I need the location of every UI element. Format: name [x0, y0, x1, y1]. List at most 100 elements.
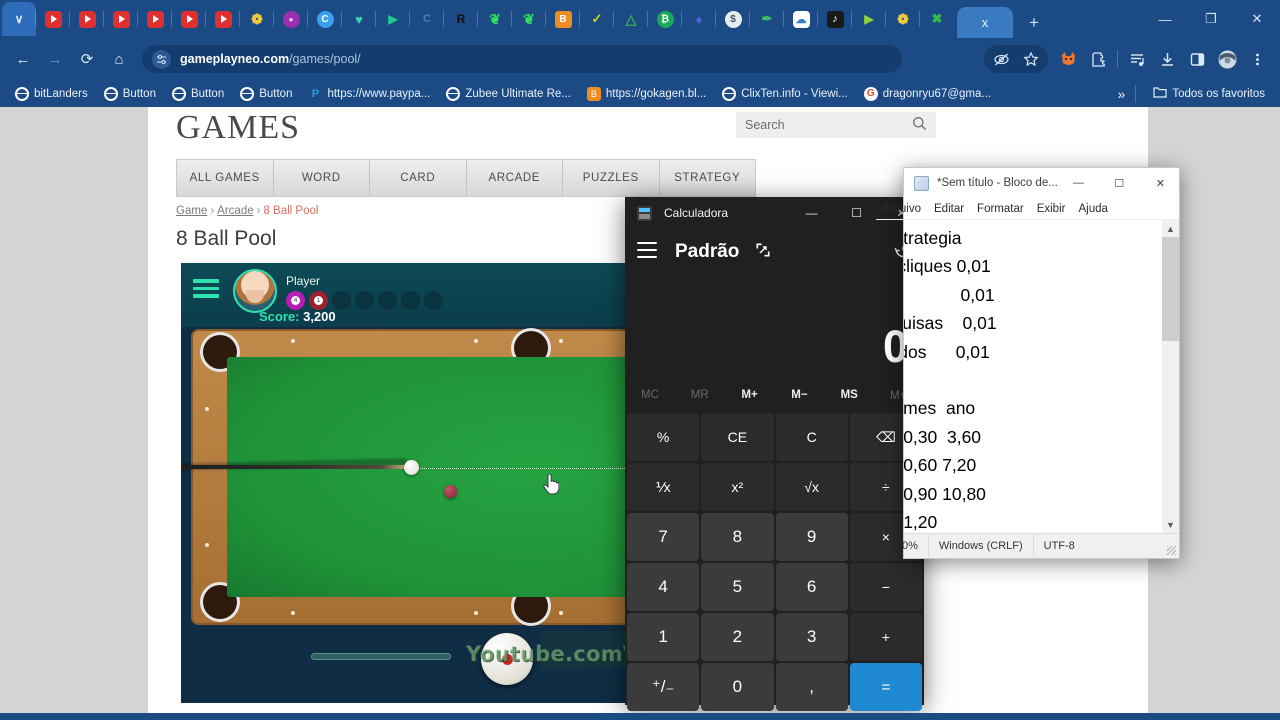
dollar-tab[interactable]: $ [716, 2, 750, 36]
fox-extension-icon[interactable] [1053, 44, 1083, 74]
heart-tab[interactable]: ♥ [342, 2, 376, 36]
calc-key-6[interactable]: 6 [775, 563, 848, 611]
xmark-tab[interactable]: ✖ [920, 2, 954, 36]
youtube-tab[interactable] [206, 2, 240, 36]
calculator-minimize-button[interactable]: — [789, 197, 834, 229]
calc-key-=[interactable]: = [849, 663, 922, 711]
cloud-tab[interactable]: ☁ [784, 2, 818, 36]
triangle-tab[interactable]: △ [614, 2, 648, 36]
notepad-scrollbar[interactable]: ▲ ▼ [1162, 220, 1179, 533]
tiktok-tab[interactable]: ♪ [818, 2, 852, 36]
play-tab[interactable]: ▶ [376, 2, 410, 36]
memory-button-mr[interactable]: MR [675, 389, 725, 401]
memory-button-mc[interactable]: MC [625, 389, 675, 401]
nav-tab-all-games[interactable]: ALL GAMES [177, 160, 274, 196]
site-search-box[interactable]: Search [736, 112, 936, 138]
power-slider[interactable] [311, 653, 451, 660]
reading-list-icon[interactable] [1122, 44, 1152, 74]
flower-tab[interactable]: ❁ [240, 2, 274, 36]
minimize-window-button[interactable]: — [1142, 0, 1188, 38]
extensions-icon[interactable] [1083, 44, 1113, 74]
memory-button-ms[interactable]: MS [824, 389, 874, 401]
calc-key-−[interactable]: − [849, 563, 922, 611]
yellow-v-tab[interactable]: ✓ [580, 2, 614, 36]
green-play-tab[interactable]: ▶ [852, 2, 886, 36]
cue-ball[interactable] [404, 460, 419, 475]
red-ball[interactable] [444, 485, 457, 498]
calc-key-x²[interactable]: x² [701, 463, 774, 511]
calc-key-√x[interactable]: √x [775, 463, 848, 511]
all-bookmarks-folder[interactable]: Todos os favoritos [1146, 83, 1272, 104]
download-icon[interactable] [1152, 44, 1182, 74]
notepad-maximize-button[interactable]: ☐ [1099, 168, 1140, 198]
bitcoin-tab[interactable]: ₿ [648, 2, 682, 36]
reload-icon[interactable]: ⟳ [72, 44, 102, 74]
back-icon[interactable]: ← [8, 44, 38, 74]
cyan-tab[interactable]: C [308, 2, 342, 36]
keep-on-top-icon[interactable] [755, 242, 771, 262]
calc-key-C[interactable]: C [775, 413, 848, 461]
calc-key-4[interactable]: 4 [627, 563, 700, 611]
calc-key-2[interactable]: 2 [701, 613, 774, 661]
address-bar[interactable]: gameplayneo.com/games/pool/ [142, 45, 902, 73]
notepad-close-button[interactable]: ✕ [1140, 168, 1181, 198]
bookmark-item[interactable]: Button [233, 84, 299, 104]
notepad-menu-exibir[interactable]: Exibir [1037, 203, 1066, 215]
breadcrumb-item-game[interactable]: Game [176, 205, 207, 217]
nav-tab-puzzles[interactable]: PUZZLES [563, 160, 660, 196]
calc-key-⅟x[interactable]: ⅟x [627, 463, 700, 511]
green-leaf-tab[interactable]: ❦ [478, 2, 512, 36]
youtube-tab[interactable]: ∨ [2, 2, 36, 36]
youtube-tab[interactable] [138, 2, 172, 36]
notepad-minimize-button[interactable]: — [1058, 168, 1099, 198]
nav-tab-arcade[interactable]: ARCADE [467, 160, 563, 196]
calc-key-1[interactable]: 1 [627, 613, 700, 661]
youtube-tab[interactable] [104, 2, 138, 36]
calc-key-5[interactable]: 5 [701, 563, 774, 611]
calc-key-%[interactable]: % [627, 413, 700, 461]
c-tab[interactable]: C [410, 2, 444, 36]
nav-tab-word[interactable]: WORD [274, 160, 370, 196]
youtube-tab[interactable] [70, 2, 104, 36]
memory-button-m−[interactable]: M− [774, 389, 824, 401]
search-icon[interactable] [912, 116, 927, 134]
ethereum-tab[interactable]: ♦ [682, 2, 716, 36]
youtube-tab[interactable] [36, 2, 70, 36]
blogger-tab[interactable]: B [546, 2, 580, 36]
calc-key-CE[interactable]: CE [701, 413, 774, 461]
calculator-maximize-button[interactable]: ☐ [834, 197, 879, 229]
bookmark-item[interactable]: Phttps://www.paypa... [301, 84, 437, 104]
calc-key-3[interactable]: 3 [775, 613, 848, 661]
eye-slash-icon[interactable] [986, 44, 1016, 74]
flower2-tab[interactable]: ❁ [886, 2, 920, 36]
star-icon[interactable] [1016, 44, 1046, 74]
calc-key-⁺/₋[interactable]: ⁺/₋ [627, 663, 700, 711]
nav-tab-strategy[interactable]: STRATEGY [660, 160, 756, 196]
breadcrumb-item-arcade[interactable]: Arcade [217, 205, 253, 217]
notepad-window[interactable]: *Sem título - Bloco de... — ☐ ✕ Arquivo E… [876, 167, 1180, 559]
bookmarks-overflow-button[interactable]: » [1118, 86, 1126, 102]
notepad-menu-editar[interactable]: Editar [934, 203, 964, 215]
site-settings-icon[interactable] [152, 49, 171, 69]
close-window-button[interactable]: ✕ [1234, 0, 1280, 38]
r-tab[interactable]: R [444, 2, 478, 36]
bookmark-item[interactable]: Bhttps://gokagen.bl... [580, 84, 713, 104]
calc-key-,[interactable]: , [775, 663, 848, 711]
bookmark-item[interactable]: ClixTen.info - Viewi... [715, 84, 855, 104]
calc-key-+[interactable]: + [849, 613, 922, 661]
bookmark-item[interactable]: Zubee Ultimate Re... [439, 84, 577, 104]
memory-button-m+[interactable]: M+ [725, 389, 775, 401]
bookmark-item[interactable]: Gdragonryu67@gma... [857, 84, 998, 104]
calculator-menu-icon[interactable] [637, 241, 657, 263]
scroll-up-icon[interactable]: ▲ [1162, 220, 1179, 237]
resize-grip[interactable] [1167, 546, 1176, 555]
home-icon[interactable]: ⌂ [104, 44, 134, 74]
maximize-window-button[interactable]: ❐ [1188, 0, 1234, 38]
bookmark-item[interactable]: Button [165, 84, 231, 104]
calc-key-9[interactable]: 9 [775, 513, 848, 561]
forward-icon[interactable]: → [40, 44, 70, 74]
calc-key-0[interactable]: 0 [701, 663, 774, 711]
more-menu-icon[interactable] [1242, 44, 1272, 74]
notepad-title-bar[interactable]: *Sem título - Bloco de... — ☐ ✕ [904, 168, 1179, 198]
search-input[interactable]: Search [745, 118, 785, 132]
